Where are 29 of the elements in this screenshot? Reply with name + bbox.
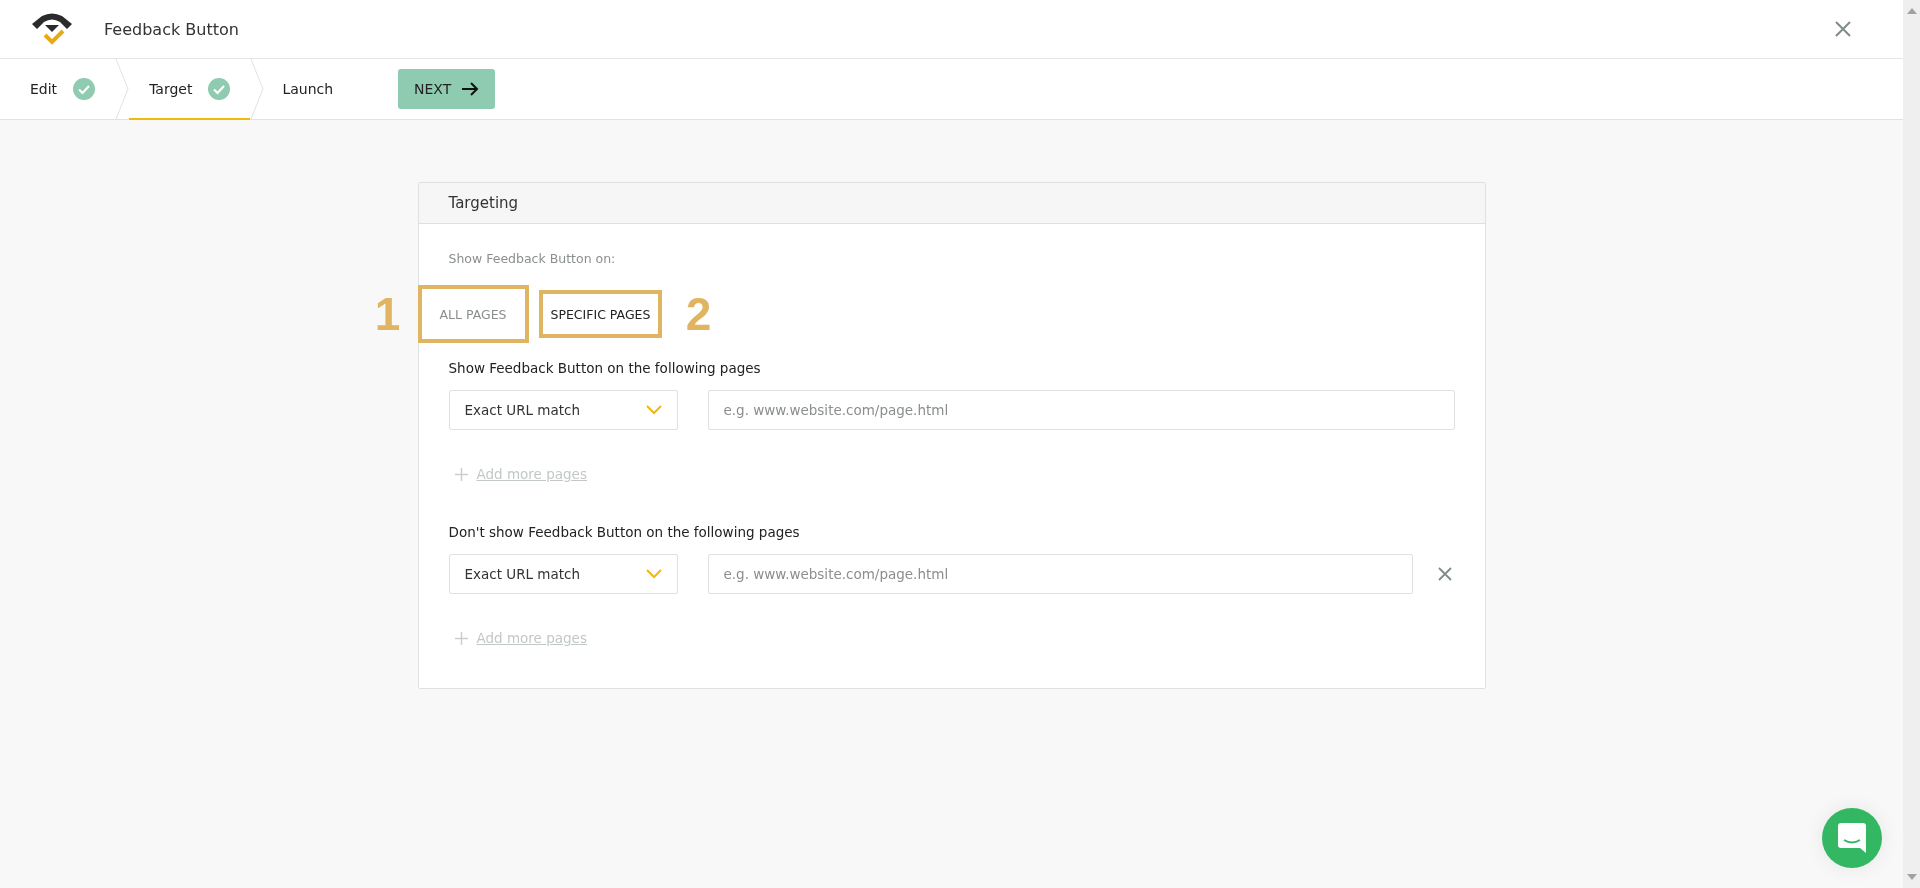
card-title: Targeting xyxy=(448,194,519,212)
next-button[interactable]: NEXT xyxy=(398,69,496,109)
step-tab[interactable]: Target xyxy=(129,59,251,120)
close-icon[interactable] xyxy=(1835,21,1851,37)
scroll-up-icon[interactable] xyxy=(1906,8,1917,14)
plus-icon[interactable] xyxy=(454,631,468,645)
chevron-down-icon xyxy=(645,569,662,579)
arrow-right-icon xyxy=(461,81,480,97)
section-heading: Don't show Feedback Button on the following pages xyxy=(448,524,801,540)
url-input-field[interactable]: e.g. www.website.com/page.html xyxy=(707,390,1455,430)
chevron-down-icon xyxy=(645,405,662,415)
chat-button[interactable] xyxy=(1822,808,1882,868)
match-dropdown[interactable]: Exact URL match xyxy=(448,390,678,430)
scrollbar[interactable] xyxy=(1903,0,1920,888)
match-dropdown[interactable]: Exact URL match xyxy=(448,554,678,594)
plus-icon[interactable] xyxy=(454,467,468,481)
page-scope-tab[interactable]: SPECIFIC PAGES xyxy=(538,290,663,338)
intro-text: Show Feedback Button on: xyxy=(448,251,617,266)
annotation-number: 2 xyxy=(684,287,713,341)
step-tab[interactable]: Launch xyxy=(264,59,354,120)
remove-icon[interactable] xyxy=(1437,567,1452,581)
url-input-field[interactable]: e.g. www.website.com/page.html xyxy=(707,554,1413,594)
annotation-number: 1 xyxy=(373,287,402,341)
section-heading: Show Feedback Button on the following pages xyxy=(448,360,762,376)
chat-bubble-icon xyxy=(1838,823,1866,853)
page-title: Feedback Button xyxy=(104,19,240,39)
step-tab[interactable]: Edit xyxy=(0,59,116,120)
logo-icon xyxy=(30,12,74,46)
scroll-down-icon[interactable] xyxy=(1906,874,1917,880)
